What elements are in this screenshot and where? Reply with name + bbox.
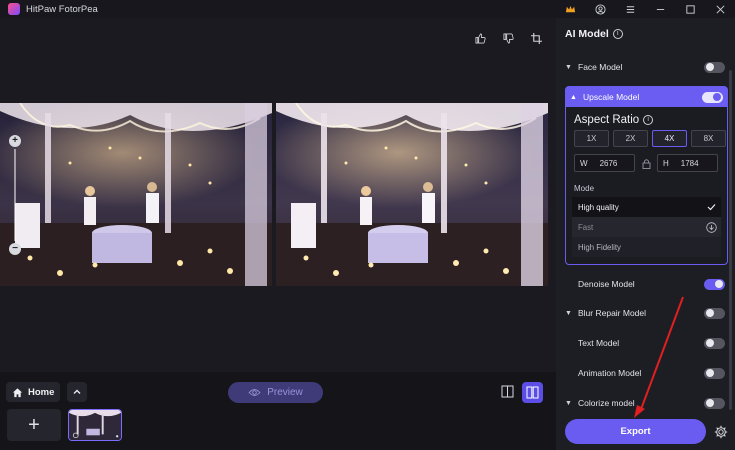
minimize-icon[interactable] xyxy=(645,0,675,18)
app-title: HitPaw FotorPea xyxy=(26,3,98,15)
dimension-fields: W 2676 H 1784 xyxy=(574,154,718,172)
mode-list: High quality Fast High Fidelity xyxy=(572,197,721,257)
width-label: W xyxy=(580,158,588,168)
model-row-face[interactable]: ▼ Face Model xyxy=(565,58,725,76)
height-label: H xyxy=(663,158,669,168)
single-view-button[interactable] xyxy=(498,382,517,401)
caret-down-icon: ▼ xyxy=(565,63,572,71)
compare-view-icon xyxy=(526,386,539,399)
mode-option-label: High Fidelity xyxy=(578,242,621,252)
model-label: Animation Model xyxy=(578,368,642,378)
check-icon xyxy=(705,201,717,213)
panel-title: AI Model i xyxy=(565,28,623,40)
width-field[interactable]: W 2676 xyxy=(574,154,635,172)
upscale-model-section: ▲ Upscale Model Aspect Ratio i 1X 2X 4X … xyxy=(565,86,728,265)
zoom-track[interactable] xyxy=(14,149,16,241)
model-label: Text Model xyxy=(578,338,620,348)
mode-title: Mode xyxy=(574,184,595,193)
home-button[interactable]: Home xyxy=(6,382,60,402)
ratio-4x-button[interactable]: 4X xyxy=(652,130,687,147)
close-icon[interactable] xyxy=(705,0,735,18)
thumbs-up-icon[interactable] xyxy=(472,30,488,46)
info-icon[interactable]: i xyxy=(612,29,623,39)
mode-option-label: Fast xyxy=(578,222,594,232)
lock-icon[interactable] xyxy=(640,157,652,169)
upscale-model-toggle[interactable] xyxy=(702,91,723,103)
denoise-model-toggle[interactable] xyxy=(704,278,725,290)
model-label: Upscale Model xyxy=(583,92,640,102)
window-controls xyxy=(555,0,735,18)
thumbs-down-icon[interactable] xyxy=(500,30,516,46)
enhanced-image xyxy=(276,103,548,286)
ai-model-panel: AI Model i ▼ Face Model ▲ Upscale Model … xyxy=(556,18,735,450)
caret-down-icon: ▼ xyxy=(565,399,572,407)
ratio-2x-button[interactable]: 2X xyxy=(613,130,648,147)
add-image-button[interactable]: + xyxy=(7,409,61,441)
info-icon[interactable]: i xyxy=(643,115,654,125)
panel-scrollbar[interactable] xyxy=(729,70,732,410)
preview-canvas: + − xyxy=(0,18,556,372)
settings-gear-icon[interactable] xyxy=(713,424,728,439)
ratio-8x-button[interactable]: 8X xyxy=(691,130,726,147)
mode-option-fast[interactable]: Fast xyxy=(572,217,721,237)
menu-icon[interactable] xyxy=(615,0,645,18)
panel-title-label: AI Model xyxy=(565,28,609,40)
blur-repair-model-toggle[interactable] xyxy=(704,307,725,319)
original-image xyxy=(0,103,272,286)
maximize-icon[interactable] xyxy=(675,0,705,18)
preview-label: Preview xyxy=(267,387,303,398)
model-row-denoise[interactable]: Denoise Model xyxy=(565,275,725,293)
home-label: Home xyxy=(28,386,55,398)
face-model-toggle[interactable] xyxy=(704,61,725,73)
title-bar: HitPaw FotorPea xyxy=(0,0,735,18)
crown-icon[interactable] xyxy=(555,0,585,18)
caret-down-icon: ▼ xyxy=(565,309,572,317)
caret-up-icon: ▲ xyxy=(570,93,577,101)
bottom-toolbar: Home Preview + xyxy=(0,372,556,450)
height-field[interactable]: H 1784 xyxy=(657,154,718,172)
ratio-1x-button[interactable]: 1X xyxy=(574,130,609,147)
model-row-upscale[interactable]: ▲ Upscale Model xyxy=(566,87,727,107)
model-row-blur-repair[interactable]: ▼ Blur Repair Model xyxy=(565,304,725,322)
model-label: Denoise Model xyxy=(578,279,635,289)
split-view-icon xyxy=(501,385,514,398)
model-row-colorize[interactable]: ▼ Colorize model xyxy=(565,394,725,412)
zoom-in-icon[interactable]: + xyxy=(9,135,21,147)
crop-icon[interactable] xyxy=(528,30,544,46)
app-logo xyxy=(8,3,20,15)
height-value: 1784 xyxy=(680,158,699,168)
aspect-ratio-label: Aspect Ratio xyxy=(574,114,640,126)
preview-button[interactable]: Preview xyxy=(228,382,323,403)
animation-model-toggle[interactable] xyxy=(704,367,725,379)
mode-option-high-fidelity[interactable]: High Fidelity xyxy=(572,237,721,257)
zoom-out-icon[interactable]: − xyxy=(9,243,21,255)
model-row-text[interactable]: Text Model xyxy=(565,334,725,352)
colorize-model-toggle[interactable] xyxy=(704,397,725,409)
model-row-animation[interactable]: Animation Model xyxy=(565,364,725,382)
ratio-options: 1X 2X 4X 8X xyxy=(574,130,726,147)
mode-option-label: High quality xyxy=(578,202,619,212)
chevron-up-icon xyxy=(73,389,81,394)
download-icon[interactable] xyxy=(705,221,717,233)
model-label: Colorize model xyxy=(578,398,635,408)
aspect-ratio-title: Aspect Ratio i xyxy=(574,114,654,126)
export-button[interactable]: Export xyxy=(565,419,706,444)
home-icon xyxy=(12,387,23,397)
model-label: Blur Repair Model xyxy=(578,308,647,318)
eye-icon xyxy=(248,389,261,396)
model-label: Face Model xyxy=(578,62,623,72)
width-value: 2676 xyxy=(599,158,618,168)
text-model-toggle[interactable] xyxy=(704,337,725,349)
compare-view-button[interactable] xyxy=(522,382,543,403)
mode-option-high-quality[interactable]: High quality xyxy=(572,197,721,217)
account-icon[interactable] xyxy=(585,0,615,18)
canvas-toolbar xyxy=(472,30,544,46)
collapse-button[interactable] xyxy=(67,382,87,402)
image-thumbnail[interactable] xyxy=(68,409,122,441)
zoom-slider[interactable]: + − xyxy=(9,135,21,255)
